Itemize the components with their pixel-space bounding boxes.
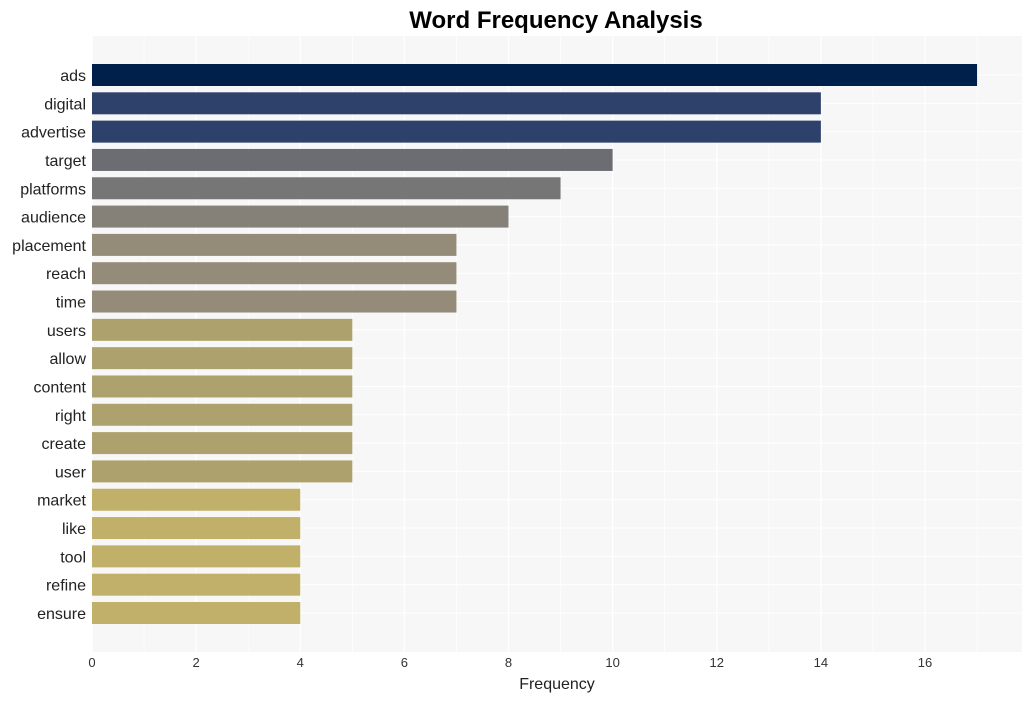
x-tick-label: 0 bbox=[88, 655, 95, 670]
y-tick-label-target: target bbox=[45, 153, 86, 170]
y-tick-label-create: create bbox=[42, 436, 87, 453]
y-tick-label-ads: ads bbox=[60, 68, 86, 85]
word-frequency-chart: ads digital advertise target platforms audien… bbox=[12, 7, 1022, 693]
x-tick-label: 10 bbox=[605, 655, 619, 670]
y-tick-label-placement: placement bbox=[12, 238, 86, 255]
bar-advertise bbox=[92, 120, 821, 143]
x-tick-label: 8 bbox=[505, 655, 512, 670]
bar-market bbox=[92, 488, 301, 511]
bar-like bbox=[92, 517, 301, 540]
y-tick-label-audience: audience bbox=[21, 210, 86, 227]
y-tick-label-user: user bbox=[55, 464, 87, 481]
x-tick-label: 2 bbox=[193, 655, 200, 670]
x-axis-title: Frequency bbox=[519, 676, 595, 693]
x-tick-label: 6 bbox=[401, 655, 408, 670]
bar-audience bbox=[92, 205, 509, 228]
y-tick-label-digital: digital bbox=[44, 96, 86, 113]
bar-allow bbox=[92, 347, 353, 370]
bar-placement bbox=[92, 233, 457, 256]
y-axis-labels: ads digital advertise target platforms audien… bbox=[12, 68, 87, 623]
chart-title: Word Frequency Analysis bbox=[409, 7, 702, 34]
bar-time bbox=[92, 290, 457, 313]
bar-right bbox=[92, 403, 353, 426]
y-tick-label-users: users bbox=[47, 323, 86, 340]
bar-content bbox=[92, 375, 353, 398]
x-tick-label: 14 bbox=[814, 655, 828, 670]
y-tick-label-content: content bbox=[34, 379, 87, 396]
y-tick-label-tool: tool bbox=[60, 549, 86, 566]
y-tick-label-market: market bbox=[37, 493, 86, 510]
y-tick-label-ensure: ensure bbox=[37, 606, 86, 623]
y-tick-label-like: like bbox=[62, 521, 86, 538]
y-tick-label-time: time bbox=[56, 295, 86, 312]
y-tick-label-allow: allow bbox=[50, 351, 87, 368]
y-tick-label-right: right bbox=[55, 408, 87, 425]
bar-users bbox=[92, 318, 353, 341]
y-tick-label-advertise: advertise bbox=[21, 125, 86, 142]
bar-digital bbox=[92, 92, 821, 115]
bar-reach bbox=[92, 262, 457, 285]
bar-create bbox=[92, 432, 353, 455]
bar-ads bbox=[92, 64, 978, 86]
bar-platforms bbox=[92, 177, 561, 200]
y-tick-label-refine: refine bbox=[46, 578, 86, 595]
y-tick-label-platforms: platforms bbox=[20, 181, 86, 198]
y-tick-label-reach: reach bbox=[46, 266, 86, 283]
bar-ensure bbox=[92, 602, 301, 624]
x-axis-ticks: 0 2 4 6 8 10 12 14 16 bbox=[88, 655, 932, 670]
x-tick-label: 4 bbox=[297, 655, 304, 670]
bar-refine bbox=[92, 573, 301, 596]
bar-target bbox=[92, 148, 613, 171]
bar-user bbox=[92, 460, 353, 483]
x-tick-label: 16 bbox=[918, 655, 932, 670]
x-tick-label: 12 bbox=[710, 655, 724, 670]
bar-tool bbox=[92, 545, 301, 568]
